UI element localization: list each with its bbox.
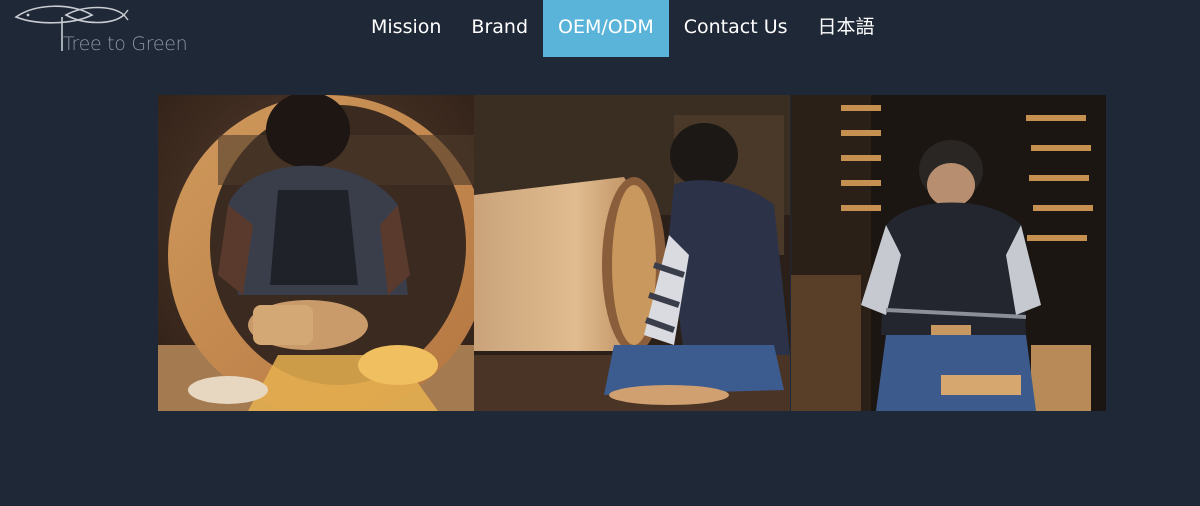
nav-item-mission[interactable]: Mission	[356, 0, 456, 57]
gallery-photo-barrel-ring	[158, 95, 474, 411]
nav-item-brand[interactable]: Brand	[456, 0, 543, 57]
nav-item-contact-us[interactable]: Contact Us	[669, 0, 803, 57]
logo-text: Tree to Green	[63, 33, 188, 55]
nav-item-japanese[interactable]: 日本語	[803, 0, 890, 57]
main-nav: Mission Brand OEM/ODM Contact Us 日本語	[356, 0, 890, 57]
nav-item-oem-odm[interactable]: OEM/ODM	[543, 0, 669, 57]
photo-gallery	[158, 95, 1107, 411]
gallery-photo-drawknife	[790, 95, 1107, 411]
gallery-photo-wooden-tub	[474, 95, 791, 411]
logo[interactable]: Tree to Green	[14, 5, 214, 55]
